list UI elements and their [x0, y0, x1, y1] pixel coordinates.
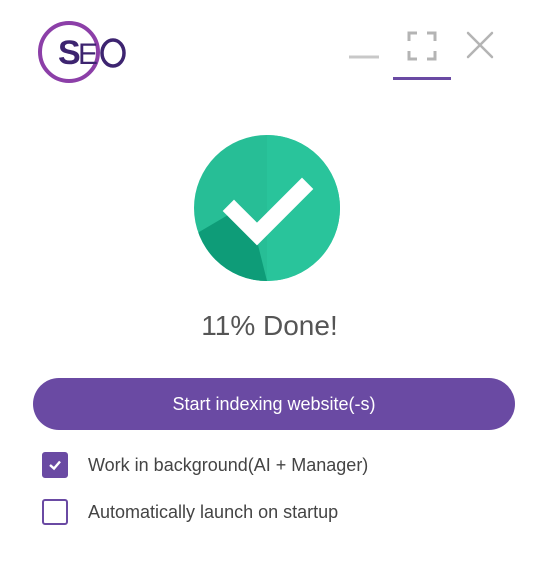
window-controls [335, 22, 509, 80]
maximize-icon [407, 31, 437, 61]
launch-on-startup-option[interactable]: Automatically launch on startup [42, 499, 338, 525]
work-in-background-label: Work in background(AI + Manager) [88, 454, 369, 475]
check-circle-icon [194, 135, 340, 281]
launch-on-startup-checkbox[interactable] [42, 499, 68, 525]
minimize-button[interactable] [335, 22, 393, 74]
seo-logo: S E [37, 20, 129, 88]
close-icon [466, 31, 494, 59]
minimize-icon [349, 55, 379, 59]
svg-text:E: E [78, 38, 98, 71]
work-in-background-checkbox[interactable] [42, 452, 68, 478]
start-indexing-label: Start indexing website(-s) [172, 393, 376, 414]
app-window: S E 11% Done! Start indexing website(-s)… [0, 0, 539, 561]
maximize-button[interactable] [393, 22, 451, 80]
work-in-background-option[interactable]: Work in background(AI + Manager) [42, 452, 368, 478]
close-button[interactable] [451, 22, 509, 74]
launch-on-startup-label: Automatically launch on startup [88, 501, 339, 522]
start-indexing-button[interactable]: Start indexing website(-s) [33, 378, 515, 430]
progress-status-text: 11% Done! [201, 310, 338, 341]
checkmark-icon [49, 460, 61, 471]
